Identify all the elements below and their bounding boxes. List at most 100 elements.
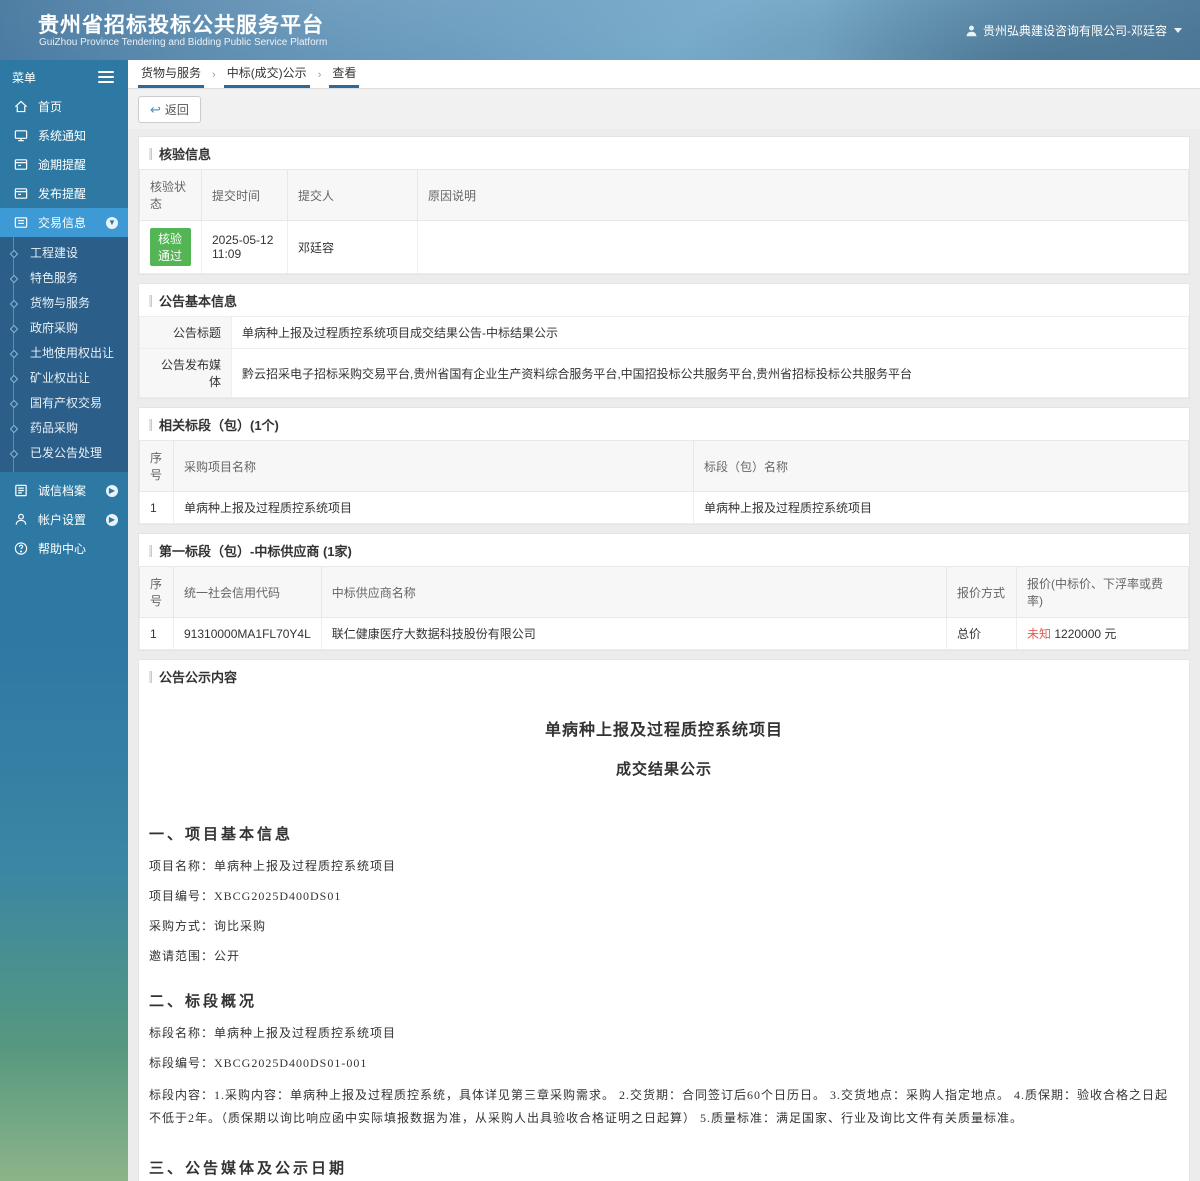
project-number-line: 项目编号：XBCG2025D400DS01 — [149, 889, 342, 903]
reason-cell — [417, 220, 1189, 274]
column-header: 提交时间 — [201, 169, 288, 221]
column-header: 报价方式 — [946, 566, 1017, 618]
section-content-line: 标段内容：1.采购内容：单病种上报及过程质控系统，具体详见第三章采购需求。 2.… — [149, 1088, 1169, 1126]
folder-icon — [14, 188, 28, 199]
sidebar-subitem-mining-right[interactable]: 矿业权出让 — [0, 366, 128, 391]
field-label: 公告发布媒体 — [139, 348, 232, 398]
app-header: 贵州省招标投标公共服务平台 GuiZhou Province Tendering… — [0, 0, 1200, 60]
sidebar-subitem-drug-procurement[interactable]: 药品采购 — [0, 416, 128, 441]
folder-icon — [14, 217, 28, 228]
document-title: 单病种上报及过程质控系统项目 — [544, 722, 783, 739]
sidebar-item-label: 首页 — [38, 100, 63, 114]
breadcrumb-goods-services[interactable]: 货物与服务 — [138, 60, 205, 88]
winner-table: 序号 统一社会信用代码 中标供应商名称 报价方式 报价(中标价、下浮率或费率) … — [139, 566, 1189, 650]
hamburger-icon[interactable] — [98, 68, 114, 86]
credit-code: 91310000MA1FL70Y4L — [173, 617, 322, 650]
price-unknown-flag: 未知 — [1027, 627, 1052, 641]
price-cell: 未知 1220000 元 — [1016, 617, 1189, 650]
back-button-label: 返回 — [164, 103, 189, 117]
winner-panel-title: 第一标段（包）-中标供应商 (1家) — [139, 534, 1189, 566]
title-bar-icon — [149, 147, 152, 160]
notice-content-title: 公告公示内容 — [139, 660, 1189, 692]
sidebar-item-trade-info[interactable]: 交易信息 ▼ — [0, 208, 128, 237]
main-content: 货物与服务 › 中标(成交)公示 › 查看 ↩ 返回 核验信息 核验状态 提交时… — [128, 60, 1200, 1181]
section-heading-2: 二、标段概况 — [149, 994, 258, 1010]
field-label: 公告标题 — [139, 316, 232, 349]
notice-info-table: 公告标题 单病种上报及过程质控系统项目成交结果公告-中标结果公示 公告发布媒体 … — [139, 316, 1189, 398]
sidebar-item-label: 系统通知 — [38, 129, 87, 143]
column-header: 报价(中标价、下浮率或费率) — [1016, 566, 1189, 618]
chevron-right-circle-icon: ▶ — [106, 484, 118, 497]
sidebar-subitem-state-property[interactable]: 国有产权交易 — [0, 391, 128, 416]
notice-info-title: 公告基本信息 — [139, 284, 1189, 316]
sidebar-item-home[interactable]: 首页 — [0, 92, 128, 121]
home-icon — [14, 100, 28, 113]
submit-person: 邓廷容 — [287, 220, 418, 274]
sidebar-subitem-land-use-right[interactable]: 土地使用权出让 — [0, 341, 128, 366]
chevron-right-circle-icon: ▶ — [106, 513, 118, 526]
chevron-down-circle-icon: ▼ — [106, 216, 118, 229]
sidebar-item-overdue-reminder[interactable]: 逾期提醒 — [0, 150, 128, 179]
user-name: 贵州弘典建设咨询有限公司-邓廷容 — [983, 24, 1167, 38]
section-name: 单病种上报及过程质控系统项目 — [693, 491, 1189, 524]
table-row: 公告标题 单病种上报及过程质控系统项目成交结果公告-中标结果公示 — [139, 316, 1189, 349]
supplier-name: 联仁健康医疗大数据科技股份有限公司 — [320, 617, 948, 650]
user-icon — [966, 25, 977, 37]
title-bar-icon — [149, 544, 152, 557]
sidebar-subitem-published-notice[interactable]: 已发公告处理 — [0, 441, 128, 466]
person-icon — [15, 513, 27, 525]
monitor-icon — [14, 130, 28, 142]
sidebar-item-credit-archive[interactable]: 诚信档案 ▶ — [0, 476, 128, 505]
document-icon — [15, 484, 27, 497]
app-subtitle: GuiZhou Province Tendering and Bidding P… — [39, 37, 328, 48]
sidebar-subitem-special-service[interactable]: 特色服务 — [0, 266, 128, 291]
sidebar-subitem-goods-services[interactable]: 货物与服务 — [0, 291, 128, 316]
notice-info-panel: 公告基本信息 公告标题 单病种上报及过程质控系统项目成交结果公告-中标结果公示 … — [138, 283, 1190, 399]
back-button[interactable]: ↩ 返回 — [138, 96, 201, 123]
row-index: 1 — [139, 491, 174, 524]
price-method: 总价 — [946, 617, 1017, 650]
sidebar-item-system-notice[interactable]: 系统通知 — [0, 121, 128, 150]
folder-icon — [14, 159, 28, 170]
verify-panel-title: 核验信息 — [139, 137, 1189, 169]
column-header: 原因说明 — [417, 169, 1189, 221]
related-sections-table: 序号 采购项目名称 标段（包）名称 1 单病种上报及过程质控系统项目 单病种上报… — [139, 440, 1189, 524]
sidebar-item-account-settings[interactable]: 帐户设置 ▶ — [0, 505, 128, 534]
document-subtitle: 成交结果公示 — [615, 762, 712, 778]
sidebar-item-label: 交易信息 — [38, 216, 87, 230]
back-icon: ↩ — [150, 102, 161, 117]
sidebar-item-publish-reminder[interactable]: 发布提醒 — [0, 179, 128, 208]
column-header: 中标供应商名称 — [320, 566, 948, 618]
notice-content-panel: 公告公示内容 单病种上报及过程质控系统项目 成交结果公示 一、项目基本信息 项目… — [138, 659, 1190, 1181]
toolbar: ↩ 返回 — [128, 89, 1200, 129]
notice-media-value: 黔云招采电子招标采购交易平台,贵州省国有企业生产资料综合服务平台,中国招投标公共… — [231, 348, 1189, 398]
verify-panel: 核验信息 核验状态 提交时间 提交人 原因说明 核验通过 2025-05-12 … — [138, 136, 1190, 275]
question-circle-icon — [14, 542, 28, 555]
breadcrumb: 货物与服务 › 中标(成交)公示 › 查看 — [128, 60, 1200, 89]
notice-title-value: 单病种上报及过程质控系统项目成交结果公告-中标结果公示 — [231, 316, 1189, 349]
trade-submenu: 工程建设 特色服务 货物与服务 政府采购 土地使用权出让 矿业权出让 国有产权交… — [0, 237, 128, 472]
breadcrumb-separator: › — [212, 69, 216, 81]
project-name: 单病种上报及过程质控系统项目 — [173, 491, 694, 524]
table-row: 1 91310000MA1FL70Y4L 联仁健康医疗大数据科技股份有限公司 总… — [139, 617, 1189, 650]
table-row: 核验通过 2025-05-12 11:09 邓廷容 — [139, 220, 1189, 274]
verify-table: 核验状态 提交时间 提交人 原因说明 核验通过 2025-05-12 11:09… — [139, 169, 1189, 274]
table-row: 1 单病种上报及过程质控系统项目 单病种上报及过程质控系统项目 — [139, 491, 1189, 524]
breadcrumb-award-notice[interactable]: 中标(成交)公示 — [223, 60, 310, 88]
sidebar-item-help-center[interactable]: 帮助中心 — [0, 534, 128, 563]
column-header: 采购项目名称 — [173, 440, 694, 492]
sidebar-subitem-government-procurement[interactable]: 政府采购 — [0, 316, 128, 341]
section-number-line: 标段编号：XBCG2025D400DS01-001 — [149, 1056, 368, 1070]
menu-label: 菜单 — [12, 70, 37, 85]
user-menu[interactable]: 贵州弘典建设咨询有限公司-邓廷容 — [965, 22, 1182, 39]
section-name-line: 标段名称：单病种上报及过程质控系统项目 — [149, 1026, 397, 1040]
procurement-method-line: 采购方式：询比采购 — [149, 919, 267, 933]
sidebar-item-label: 诚信档案 — [38, 484, 87, 498]
status-badge: 核验通过 — [150, 228, 191, 266]
column-header: 序号 — [139, 566, 174, 618]
sidebar-subitem-engineering[interactable]: 工程建设 — [0, 241, 128, 266]
row-index: 1 — [139, 617, 174, 650]
section-heading-3: 三、公告媒体及公示日期 — [149, 1160, 348, 1177]
breadcrumb-view[interactable]: 查看 — [329, 60, 360, 88]
winner-panel: 第一标段（包）-中标供应商 (1家) 序号 统一社会信用代码 中标供应商名称 报… — [138, 533, 1190, 651]
